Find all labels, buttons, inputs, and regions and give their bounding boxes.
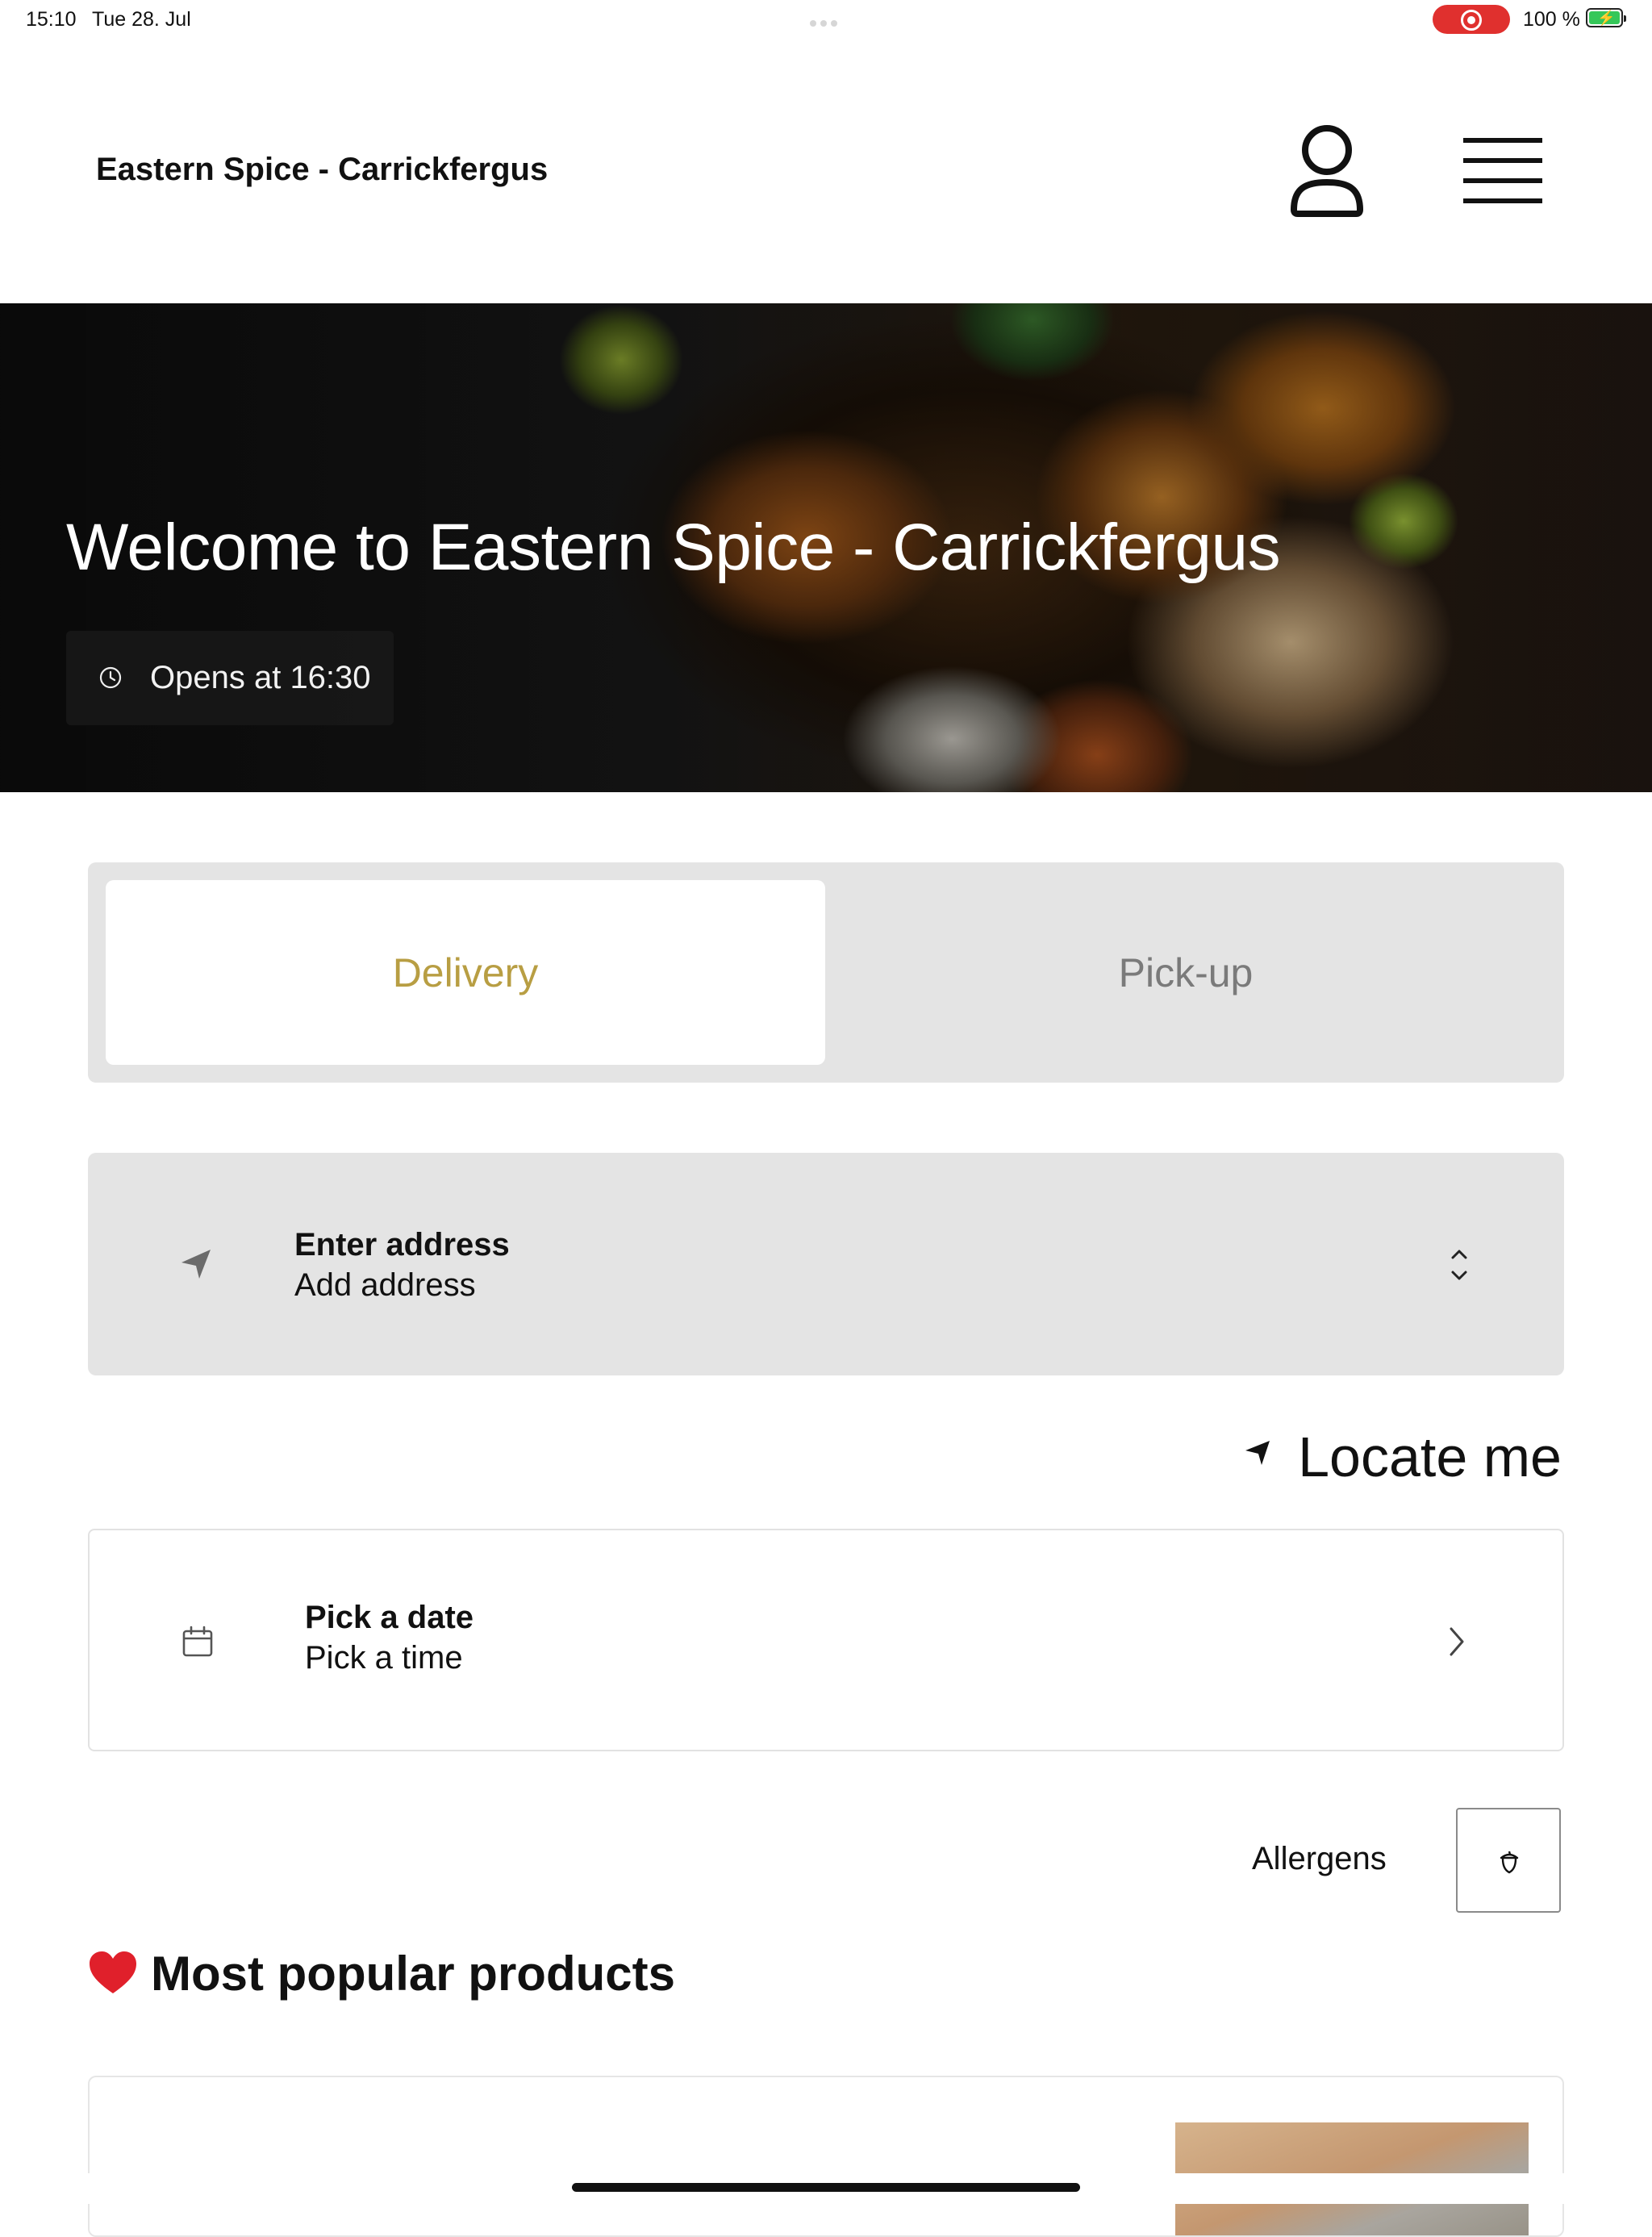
battery-percentage: 100 % — [1523, 8, 1580, 31]
hero-banner: Welcome to Eastern Spice - Carrickfergus… — [0, 303, 1652, 792]
chevron-right-icon — [1450, 1627, 1464, 1656]
site-header: Eastern Spice - Carrickfergus — [0, 39, 1652, 303]
location-arrow-icon — [181, 1250, 211, 1279]
user-icon — [1291, 125, 1363, 217]
calendar-icon — [182, 1626, 213, 1657]
screen-recording-icon[interactable] — [1433, 5, 1510, 34]
product-card[interactable] — [88, 2076, 1564, 2237]
address-title: Enter address — [294, 1227, 510, 1262]
tab-pickup[interactable]: Pick-up — [825, 880, 1546, 1065]
allergens-button[interactable] — [1456, 1808, 1561, 1913]
home-indicator[interactable] — [572, 2183, 1080, 2192]
hamburger-menu-button[interactable] — [1458, 136, 1547, 208]
opens-at-text: Opens at 16:30 — [150, 660, 371, 695]
locate-me-label: Locate me — [1298, 1425, 1562, 1488]
tab-pickup-label: Pick-up — [1118, 950, 1254, 995]
multitasking-dots[interactable] — [810, 16, 842, 27]
date-time-selector[interactable]: Pick a date Pick a time — [88, 1529, 1564, 1751]
most-popular-heading: Most popular products — [88, 1946, 675, 2001]
clock-icon — [99, 666, 122, 689]
pick-date-title: Pick a date — [305, 1600, 474, 1635]
pick-time-subtitle: Pick a time — [305, 1640, 463, 1676]
opening-hours-badge: Opens at 16:30 — [66, 631, 394, 725]
tab-delivery[interactable]: Delivery — [106, 880, 825, 1065]
menu-icon — [1463, 138, 1542, 203]
heart-icon — [90, 1951, 136, 1993]
address-subtitle: Add address — [294, 1267, 476, 1303]
acorn-icon — [1500, 1851, 1519, 1874]
status-bar: 15:10 Tue 28. Jul 100 % ⚡ — [0, 0, 1652, 39]
allergens-label: Allergens — [1252, 1841, 1387, 1876]
locate-arrow-icon — [1245, 1441, 1270, 1465]
locate-me-button[interactable]: Locate me — [1242, 1421, 1565, 1488]
status-date: Tue 28. Jul — [92, 8, 191, 31]
chevron-up-down-icon — [1451, 1250, 1467, 1280]
hero-title: Welcome to Eastern Spice - Carrickfergus — [66, 511, 1281, 584]
tab-delivery-label: Delivery — [392, 950, 539, 995]
most-popular-title: Most popular products — [151, 1947, 675, 2001]
battery-icon: ⚡ — [1586, 8, 1626, 27]
address-selector[interactable]: Enter address Add address — [88, 1153, 1564, 1375]
restaurant-name[interactable]: Eastern Spice - Carrickfergus — [96, 152, 548, 188]
status-time: 15:10 — [26, 8, 77, 31]
order-mode-switch: Delivery Pick-up — [88, 862, 1564, 1083]
account-button[interactable] — [1287, 123, 1366, 219]
